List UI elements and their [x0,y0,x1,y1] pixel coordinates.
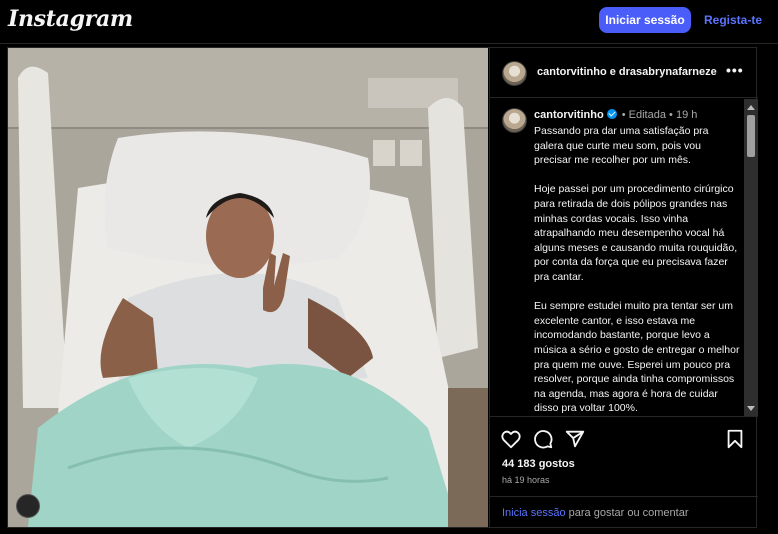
verified-badge-icon [606,109,617,119]
caption-time[interactable]: 19 h [676,109,697,121]
caption-separator: • [621,109,626,121]
post-photo[interactable] [8,48,488,527]
scroll-thumb[interactable] [747,115,755,157]
caption-area: cantorvitinho • Editada • 19 h Passando … [490,99,758,417]
caption-scrollbar[interactable] [744,99,758,416]
caption-author-avatar[interactable] [502,108,527,133]
signup-link[interactable]: Regista-te [704,13,762,27]
footer-text: Inicia sessão para gostar ou comentar [502,507,689,519]
bookmark-icon[interactable] [724,428,746,450]
author-avatar[interactable] [502,61,527,86]
caption-paragraph: Hoje passei por um procedimento cirúrgic… [534,183,738,283]
footer-login-link[interactable]: Inicia sessão [502,507,566,519]
more-options-icon[interactable]: ••• [726,62,744,78]
footer-message: para gostar ou comentar [565,507,689,519]
caption-text: Passando pra dar uma satisfação pra gale… [534,124,740,416]
post-container: cantorvitinho e drasabrynafarneze ••• ca… [7,47,758,528]
post-header: cantorvitinho e drasabrynafarneze ••• [490,48,758,98]
post-time: há 19 horas [502,475,550,485]
heart-icon[interactable] [500,428,522,450]
caption-username[interactable]: cantorvitinho [534,109,604,121]
send-icon[interactable] [564,428,586,450]
scroll-up-arrow-icon[interactable] [747,105,755,110]
comment-icon[interactable] [532,428,554,450]
scroll-down-arrow-icon[interactable] [747,406,755,411]
user-tag-icon[interactable] [16,494,40,518]
post-image [8,48,488,527]
post-authors[interactable]: cantorvitinho e drasabrynafarneze [537,66,717,78]
top-bar: Instagram Iniciar sessão Regista-te [0,0,778,44]
caption-edited: Editada [628,109,666,121]
caption-separator-2: • [669,109,673,121]
post-actions [490,428,758,452]
login-button[interactable]: Iniciar sessão [599,7,691,33]
instagram-logo[interactable]: Instagram [8,6,133,32]
caption-header: cantorvitinho • Editada • 19 h [534,109,697,121]
caption-paragraph: Eu sempre estudei muito pra tentar ser u… [534,300,740,415]
likes-count[interactable]: 44 183 gostos [502,458,575,470]
caption-paragraph: Passando pra dar uma satisfação pra gale… [534,125,709,167]
post-footer: Inicia sessão para gostar ou comentar [490,496,758,527]
post-sidebar: cantorvitinho e drasabrynafarneze ••• ca… [489,48,758,527]
